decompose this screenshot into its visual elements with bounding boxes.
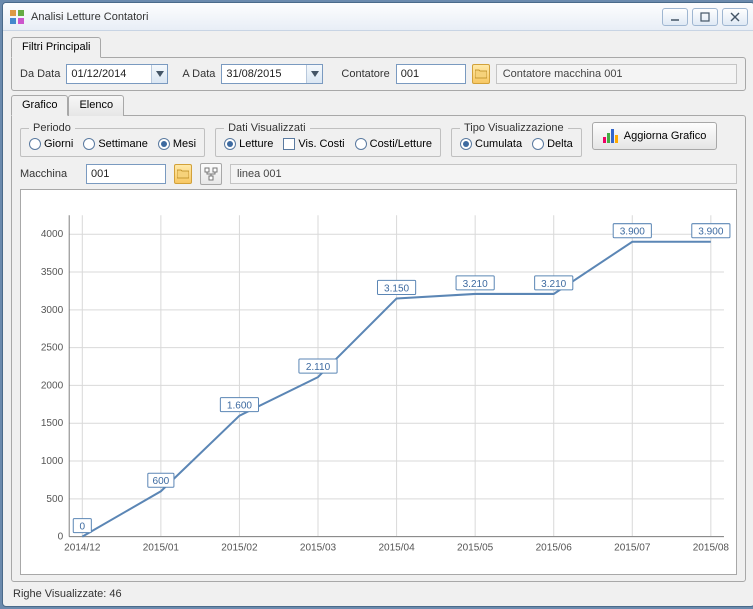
svg-text:2015/01: 2015/01 — [143, 543, 180, 554]
app-icon — [9, 9, 25, 25]
chevron-down-icon[interactable] — [306, 65, 322, 83]
da-data-input[interactable]: 01/12/2014 — [66, 64, 168, 84]
main-tabset: Grafico Elenco Periodo Giorni Settimane … — [11, 95, 746, 582]
svg-text:600: 600 — [152, 476, 169, 487]
macchina-desc: linea 001 — [230, 164, 737, 184]
svg-text:3.900: 3.900 — [620, 227, 646, 238]
contatore-browse-button[interactable] — [472, 64, 490, 84]
periodo-group: Periodo Giorni Settimane Mesi — [20, 122, 205, 157]
bar-chart-icon — [603, 129, 618, 143]
svg-text:2015/02: 2015/02 — [221, 543, 258, 554]
svg-text:1500: 1500 — [41, 418, 64, 429]
svg-text:1.600: 1.600 — [227, 401, 253, 412]
grafico-panel: Periodo Giorni Settimane Mesi Dati Visua… — [11, 115, 746, 582]
filters-tabset: Filtri Principali Da Data 01/12/2014 A D… — [11, 37, 746, 91]
radio-giorni[interactable]: Giorni — [29, 138, 73, 150]
close-button[interactable] — [722, 8, 748, 26]
macchina-input[interactable]: 001 — [86, 164, 166, 184]
window-buttons — [662, 8, 748, 26]
tab-grafico[interactable]: Grafico — [11, 95, 68, 116]
svg-text:2015/08: 2015/08 — [693, 543, 730, 554]
macchina-browse-button[interactable] — [174, 164, 192, 184]
radio-settimane[interactable]: Settimane — [83, 138, 148, 150]
radio-delta[interactable]: Delta — [532, 138, 573, 150]
da-data-value: 01/12/2014 — [71, 68, 126, 80]
svg-text:0: 0 — [58, 532, 64, 543]
check-vis-costi[interactable]: Vis. Costi — [283, 138, 344, 150]
a-data-label: A Data — [182, 68, 215, 80]
chevron-down-icon[interactable] — [151, 65, 167, 83]
contatore-value: 001 — [401, 68, 419, 80]
maximize-button[interactable] — [692, 8, 718, 26]
da-data-label: Da Data — [20, 68, 60, 80]
radio-mesi[interactable]: Mesi — [158, 138, 196, 150]
svg-text:2.110: 2.110 — [306, 362, 331, 373]
svg-text:1000: 1000 — [41, 456, 64, 467]
radio-costi-letture[interactable]: Costi/Letture — [355, 138, 432, 150]
svg-text:3.210: 3.210 — [463, 279, 489, 290]
filters-panel: Da Data 01/12/2014 A Data 31/08/2015 Con… — [11, 57, 746, 91]
aggiorna-label: Aggiorna Grafico — [624, 130, 707, 142]
line-chart: 0 500 1000 1500 2000 2500 3000 3500 4000 2014/12 2… — [21, 190, 736, 574]
svg-text:2014/12: 2014/12 — [64, 543, 101, 554]
status-bar: Righe Visualizzate: 46 — [11, 586, 746, 600]
aggiorna-grafico-button[interactable]: Aggiorna Grafico — [592, 122, 718, 150]
svg-text:3.210: 3.210 — [541, 279, 567, 290]
svg-text:2500: 2500 — [41, 343, 64, 354]
window-title: Analisi Letture Contatori — [31, 11, 662, 23]
titlebar: Analisi Letture Contatori — [3, 3, 753, 31]
svg-text:3500: 3500 — [41, 267, 64, 278]
svg-text:3000: 3000 — [41, 305, 64, 316]
a-data-value: 31/08/2015 — [226, 68, 281, 80]
tipo-group: Tipo Visualizzazione Cumulata Delta — [451, 122, 582, 157]
periodo-legend: Periodo — [29, 122, 75, 134]
tree-select-button[interactable] — [200, 163, 222, 185]
contatore-desc: Contatore macchina 001 — [496, 64, 737, 84]
minimize-button[interactable] — [662, 8, 688, 26]
dati-group: Dati Visualizzati Letture Vis. Costi Cos… — [215, 122, 441, 157]
svg-text:500: 500 — [46, 494, 63, 505]
a-data-input[interactable]: 31/08/2015 — [221, 64, 323, 84]
svg-text:2015/04: 2015/04 — [378, 543, 415, 554]
app-window: Analisi Letture Contatori Filtri Princip… — [2, 2, 753, 607]
radio-cumulata[interactable]: Cumulata — [460, 138, 522, 150]
svg-text:2015/06: 2015/06 — [536, 543, 573, 554]
svg-text:0: 0 — [80, 522, 86, 533]
contatore-label: Contatore — [341, 68, 389, 80]
svg-text:3.150: 3.150 — [384, 283, 410, 294]
macchina-label: Macchina — [20, 168, 78, 180]
tipo-legend: Tipo Visualizzazione — [460, 122, 568, 134]
contatore-input[interactable]: 001 — [396, 64, 466, 84]
macchina-value: 001 — [91, 168, 109, 180]
svg-text:2015/03: 2015/03 — [300, 543, 337, 554]
dati-legend: Dati Visualizzati — [224, 122, 309, 134]
content-area: Filtri Principali Da Data 01/12/2014 A D… — [3, 31, 753, 606]
tab-elenco[interactable]: Elenco — [68, 95, 124, 116]
svg-text:2015/07: 2015/07 — [614, 543, 651, 554]
svg-text:2015/05: 2015/05 — [457, 543, 494, 554]
radio-letture[interactable]: Letture — [224, 138, 273, 150]
svg-text:2000: 2000 — [41, 380, 64, 391]
svg-text:4000: 4000 — [41, 229, 64, 240]
tab-filtri-principali[interactable]: Filtri Principali — [11, 37, 101, 58]
svg-text:3.900: 3.900 — [698, 227, 724, 238]
chart-area: 0 500 1000 1500 2000 2500 3000 3500 4000 2014/12 2… — [20, 189, 737, 575]
